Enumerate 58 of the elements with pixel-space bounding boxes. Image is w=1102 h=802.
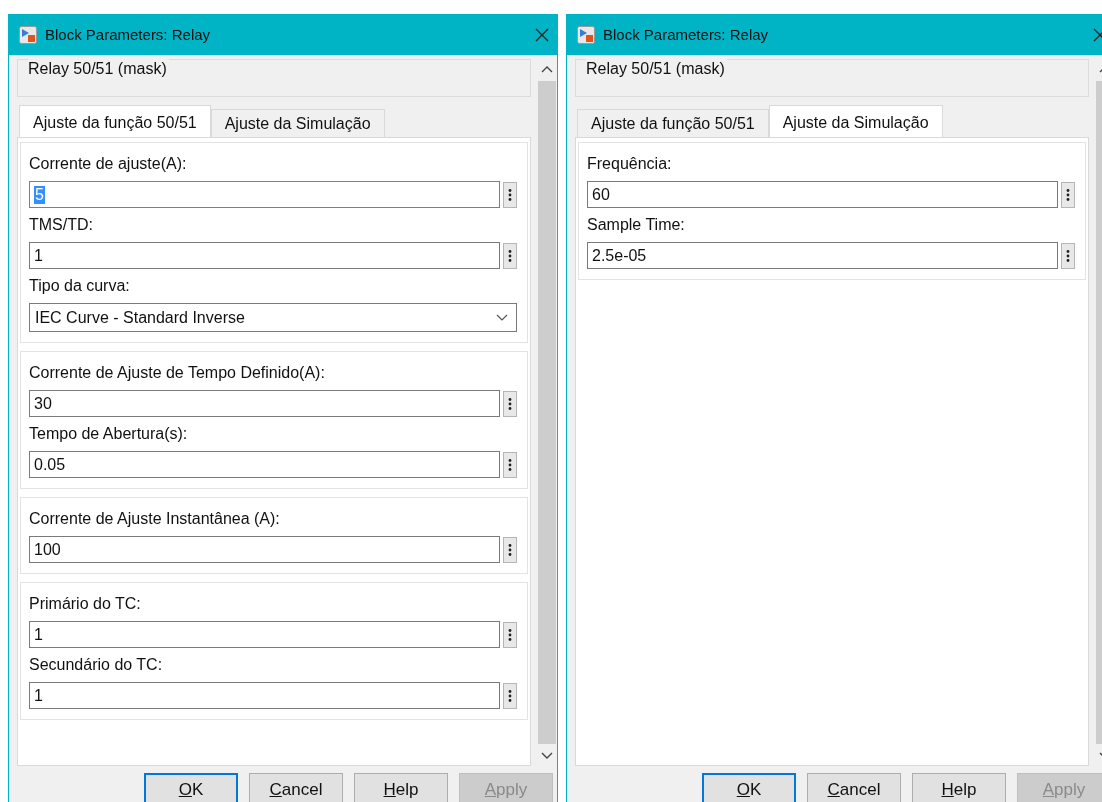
- vertical-dots-icon: [508, 542, 512, 557]
- options-button[interactable]: [503, 536, 517, 563]
- parameter-label: Corrente de ajuste(A):: [29, 154, 188, 174]
- parameter-label: Tempo de Abertura(s):: [29, 424, 189, 444]
- dialog-button[interactable]: Cancel: [249, 773, 343, 802]
- parameter-label: Secundário do TC:: [29, 655, 164, 675]
- options-button[interactable]: [1061, 181, 1075, 208]
- options-button[interactable]: [1061, 242, 1075, 269]
- parameter-label: Tipo da curva:: [29, 276, 131, 296]
- dialog-button[interactable]: Cancel: [807, 773, 901, 802]
- options-button[interactable]: [503, 390, 517, 417]
- vertical-dots-icon: [508, 457, 512, 472]
- dialog-button[interactable]: OK: [702, 773, 796, 802]
- input-field[interactable]: 100: [29, 536, 500, 563]
- input-field[interactable]: 0.05: [29, 451, 500, 478]
- input-field[interactable]: 1: [29, 621, 500, 648]
- dropdown[interactable]: IEC Curve - Standard Inverse: [29, 303, 517, 332]
- vertical-dots-icon: [508, 248, 512, 263]
- parameter-label: Sample Time:: [587, 215, 686, 235]
- vertical-dots-icon: [1066, 187, 1070, 202]
- input-field[interactable]: 1: [29, 682, 500, 709]
- options-button[interactable]: [503, 682, 517, 709]
- mask-title: Relay 50/51 (mask): [28, 59, 169, 79]
- tab[interactable]: Ajuste da Simulação: [210, 109, 385, 137]
- mask-title: Relay 50/51 (mask): [586, 59, 727, 79]
- parameter-label: Corrente de Ajuste Instantânea (A):: [29, 509, 281, 529]
- tab[interactable]: Ajuste da Simulação: [768, 105, 943, 137]
- vertical-dots-icon: [508, 688, 512, 703]
- options-button[interactable]: [503, 181, 517, 208]
- tab[interactable]: Ajuste da função 50/51: [19, 105, 211, 137]
- options-button[interactable]: [503, 242, 517, 269]
- parameter-label: Corrente de Ajuste de Tempo Definido(A):: [29, 363, 326, 383]
- vertical-dots-icon: [508, 187, 512, 202]
- block-icon: [19, 25, 37, 44]
- input-field[interactable]: 30: [29, 390, 500, 417]
- options-button[interactable]: [503, 451, 517, 478]
- close-icon[interactable]: [535, 27, 549, 42]
- scroll-up-icon[interactable]: [541, 65, 553, 73]
- dialog-button[interactable]: OK: [144, 773, 238, 802]
- parameter-label: Primário do TC:: [29, 594, 142, 614]
- scroll-down-icon[interactable]: [541, 752, 553, 760]
- input-field[interactable]: 60: [587, 181, 1058, 208]
- input-field[interactable]: 1: [29, 242, 500, 269]
- parameter-label: Frequência:: [587, 154, 673, 174]
- vertical-dots-icon: [1066, 248, 1070, 263]
- window-title: Block Parameters: Relay: [603, 26, 770, 43]
- vertical-dots-icon: [508, 627, 512, 642]
- scrollbar-thumb[interactable]: [538, 81, 556, 744]
- chevron-down-icon: [496, 314, 508, 321]
- dialog-button[interactable]: Help: [354, 773, 448, 802]
- window-title: Block Parameters: Relay: [45, 26, 212, 43]
- parameter-label: TMS/TD:: [29, 215, 94, 235]
- dialog-button[interactable]: Help: [912, 773, 1006, 802]
- block-icon: [577, 25, 595, 44]
- input-field[interactable]: 2.5e-05: [587, 242, 1058, 269]
- options-button[interactable]: [503, 621, 517, 648]
- vertical-dots-icon: [508, 396, 512, 411]
- tab[interactable]: Ajuste da função 50/51: [577, 109, 769, 137]
